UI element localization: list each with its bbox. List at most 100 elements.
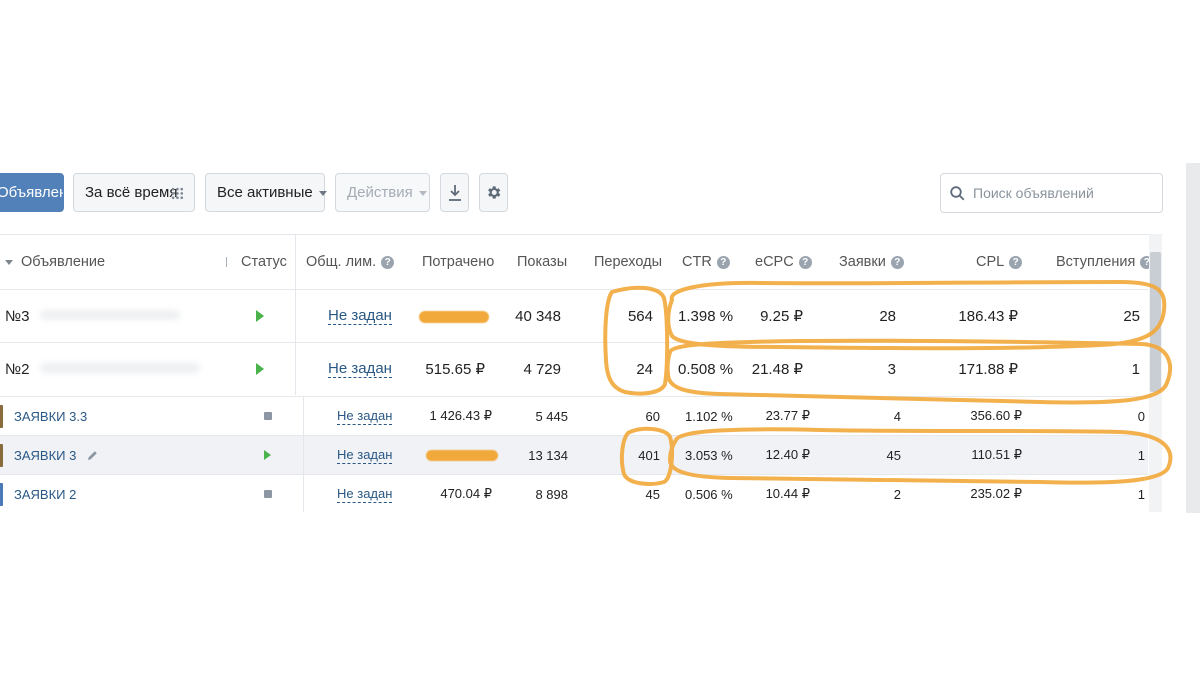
ecpc-value: 21.48 ₽ — [751, 361, 803, 378]
ecpc-value: 23.77 ₽ — [765, 408, 810, 423]
play-icon — [264, 450, 271, 460]
status-indicator[interactable] — [256, 290, 264, 342]
column-header-leads[interactable]: Заявки? — [839, 235, 904, 289]
table-row[interactable]: ЗАЯВКИ 2 Не задан 470.04 ₽ 8 898 45 0.50… — [0, 474, 1148, 513]
ctr-value: 1.102 % — [685, 408, 733, 424]
limit-value[interactable]: Не задан — [337, 436, 393, 474]
joins-value: 1 — [1137, 486, 1145, 502]
help-icon[interactable]: ? — [890, 255, 904, 269]
filter-label: Все активные — [217, 184, 313, 201]
column-resize-handle[interactable] — [226, 257, 227, 267]
clicks-value: 45 — [645, 486, 660, 502]
ad-name[interactable]: ЗАЯВКИ 2 — [14, 475, 76, 513]
table-scrollbar[interactable] — [1149, 234, 1162, 512]
status-indicator[interactable] — [264, 475, 272, 513]
column-header-limit[interactable]: Общ. лим.? — [306, 235, 395, 289]
spent-value: 1 426.43 ₽ — [429, 408, 493, 423]
column-header-clicks[interactable]: Переходы — [594, 235, 662, 289]
ctr-value: 1.398 % — [678, 307, 734, 325]
grid-icon — [171, 187, 184, 200]
toolbar: Объявление За всё время Все активные Дей… — [0, 173, 1200, 213]
ad-name[interactable]: ЗАЯВКИ 3.3 — [14, 397, 87, 435]
download-icon — [448, 185, 461, 201]
ctr-value: 0.508 % — [678, 360, 734, 378]
joins-value: 1 — [1131, 360, 1140, 378]
impressions-value: 5 445 — [535, 408, 568, 424]
redacted-mark — [426, 450, 498, 461]
column-header-ecpc[interactable]: eCPC? — [755, 235, 812, 289]
search-icon — [950, 186, 965, 201]
clicks-value: 60 — [645, 408, 660, 424]
period-select[interactable]: За всё время — [73, 173, 195, 212]
column-header-ad[interactable]: Объявление — [5, 235, 105, 289]
play-icon — [256, 310, 264, 322]
leads-value: 4 — [893, 408, 901, 424]
create-ad-button[interactable]: Объявление — [0, 173, 64, 212]
status-filter-select[interactable]: Все активные — [205, 173, 327, 212]
ad-name[interactable]: №2 — [5, 343, 29, 395]
column-header-status[interactable]: Статус — [241, 235, 287, 289]
actions-label: Действия — [347, 184, 413, 201]
settings-button[interactable] — [479, 173, 508, 212]
status-indicator[interactable] — [264, 436, 271, 474]
period-label: За всё время — [85, 184, 178, 201]
table-row[interactable]: ЗАЯВКИ 3.3 Не задан 1 426.43 ₽ 5 445 60 … — [0, 396, 1148, 435]
column-divider — [295, 235, 296, 395]
help-icon[interactable]: ? — [716, 255, 730, 269]
limit-value[interactable]: Не задан — [328, 290, 392, 342]
clicks-value: 401 — [638, 447, 660, 463]
play-icon — [256, 363, 264, 375]
help-icon[interactable]: ? — [798, 255, 812, 269]
stop-icon — [264, 490, 272, 498]
column-header-joins[interactable]: Вступления? — [1056, 235, 1154, 289]
column-header-cpl[interactable]: CPL? — [976, 235, 1023, 289]
ad-name[interactable]: №3 — [5, 290, 29, 342]
ad-thumbnail[interactable] — [0, 444, 3, 467]
ad-thumbnail[interactable] — [0, 405, 3, 428]
table-row[interactable]: №3 Не задан 40 348 564 1.398 % 9.25 ₽ 28… — [0, 289, 1148, 342]
chevron-down-icon — [5, 259, 13, 265]
leads-value: 2 — [893, 486, 901, 502]
search-placeholder: Поиск объявлений — [973, 185, 1094, 201]
help-icon[interactable]: ? — [1009, 255, 1023, 269]
impressions-value: 4 729 — [523, 360, 561, 378]
table-row[interactable]: №2 Не задан 515.65 ₽ 4 729 24 0.508 % 21… — [0, 342, 1148, 395]
leads-value: 28 — [879, 307, 896, 325]
ctr-value: 3.053 % — [685, 447, 733, 463]
clicks-value: 564 — [627, 307, 653, 325]
table-header: Объявление Статус Общ. лим.? Потрачено П… — [0, 235, 1154, 289]
blurred-text — [40, 363, 200, 373]
download-button[interactable] — [440, 173, 469, 212]
page-edge — [1186, 163, 1200, 513]
column-header-impressions[interactable]: Показы — [517, 235, 567, 289]
ctr-value: 0.506 % — [685, 486, 733, 502]
column-header-ctr[interactable]: CTR? — [682, 235, 730, 289]
impressions-value: 13 134 — [528, 447, 568, 463]
column-header-spent[interactable]: Потрачено — [422, 235, 494, 289]
joins-value: 0 — [1137, 408, 1145, 424]
cpl-value: 171.88 ₽ — [958, 361, 1018, 378]
leads-value: 45 — [886, 447, 901, 463]
pencil-icon[interactable] — [86, 449, 99, 462]
ecpc-value: 9.25 ₽ — [760, 308, 803, 325]
help-icon[interactable]: ? — [381, 255, 395, 269]
cpl-value: 356.60 ₽ — [970, 408, 1022, 423]
joins-value: 25 — [1123, 307, 1140, 325]
chevron-down-icon — [318, 190, 327, 196]
limit-value[interactable]: Не задан — [337, 475, 393, 513]
impressions-value: 8 898 — [535, 486, 568, 502]
leads-value: 3 — [887, 360, 896, 378]
search-input[interactable]: Поиск объявлений — [940, 173, 1163, 213]
ecpc-value: 10.44 ₽ — [765, 486, 810, 501]
limit-value[interactable]: Не задан — [337, 397, 393, 435]
ad-name[interactable]: ЗАЯВКИ 3 — [14, 436, 99, 474]
status-indicator[interactable] — [264, 397, 272, 435]
ad-thumbnail[interactable] — [0, 483, 3, 506]
limit-value[interactable]: Не задан — [328, 343, 392, 395]
scrollbar-thumb[interactable] — [1150, 252, 1161, 392]
table-row[interactable]: ЗАЯВКИ 3 Не задан 13 134 401 3.053 % 12.… — [0, 435, 1148, 474]
redacted-mark — [419, 311, 489, 323]
cpl-value: 186.43 ₽ — [958, 308, 1018, 325]
actions-dropdown[interactable]: Действия — [335, 173, 430, 212]
status-indicator[interactable] — [256, 343, 264, 395]
